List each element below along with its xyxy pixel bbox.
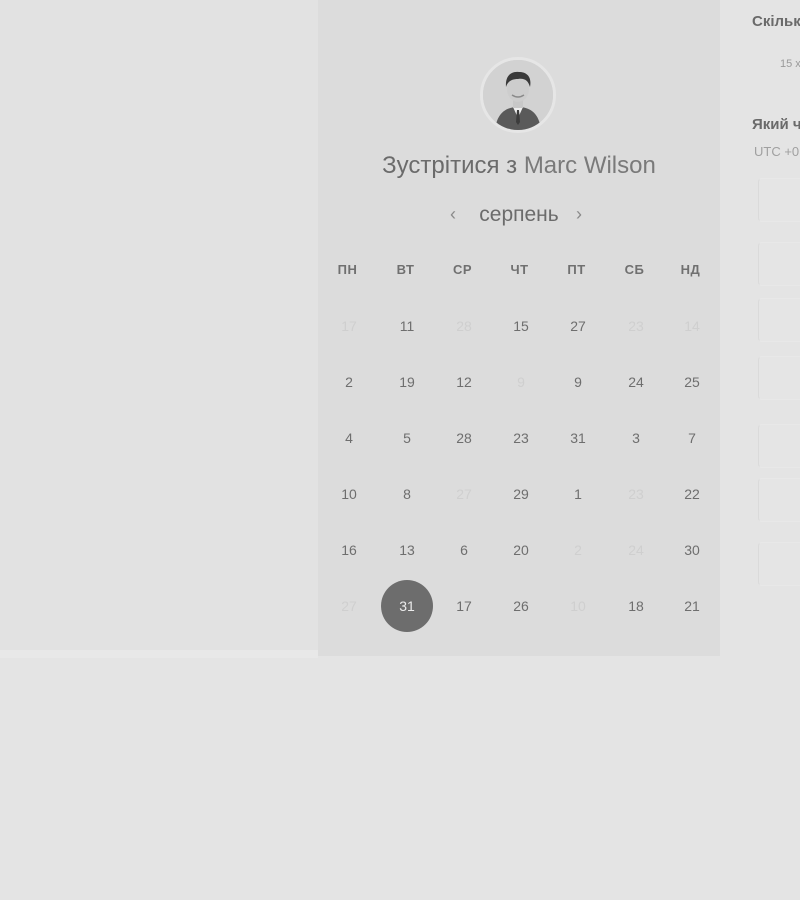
time-slot[interactable]	[758, 178, 800, 222]
duration-option[interactable]: 15 х	[780, 58, 800, 70]
time-slot[interactable]	[758, 242, 800, 286]
time-slot[interactable]	[758, 478, 800, 522]
weekday-label: СР	[452, 262, 473, 277]
timezone-label[interactable]: UTC +0	[754, 144, 799, 159]
time-slot[interactable]	[758, 298, 800, 342]
calendar-day[interactable]: 28	[438, 412, 490, 464]
weekday-label: ПТ	[567, 262, 586, 277]
calendar-day[interactable]: 27	[552, 300, 604, 352]
left-panel	[0, 0, 318, 650]
meeting-title: Зустрітися з Marc Wilson	[318, 152, 720, 180]
calendar-day[interactable]: 26	[495, 580, 547, 632]
calendar-day[interactable]: 18	[610, 580, 662, 632]
page: Зустрітися з Marc Wilson ‹ серпень › ПН В…	[0, 0, 800, 900]
calendar-day[interactable]: 21	[666, 580, 718, 632]
chevron-right-icon[interactable]: ›	[576, 202, 582, 226]
calendar-day[interactable]: 31	[552, 412, 604, 464]
calendar-day: 24	[628, 542, 644, 558]
calendar-day[interactable]: 13	[381, 524, 433, 576]
calendar-day: 9	[517, 374, 525, 390]
calendar-day: 17	[341, 318, 357, 334]
time-slot[interactable]	[758, 424, 800, 468]
calendar-day[interactable]: 11	[381, 300, 433, 352]
calendar-day[interactable]: 17	[438, 580, 490, 632]
calendar-day: 10	[570, 598, 586, 614]
calendar-day[interactable]: 22	[666, 468, 718, 520]
calendar-day: 28	[456, 318, 472, 334]
calendar-day[interactable]: 2	[323, 356, 375, 408]
month-navigation: ‹ серпень ›	[318, 200, 720, 230]
calendar-day: 23	[628, 486, 644, 502]
calendar-day: 27	[341, 598, 357, 614]
chevron-left-icon[interactable]: ‹	[450, 202, 456, 226]
calendar-day[interactable]: 19	[381, 356, 433, 408]
calendar-day[interactable]: 25	[666, 356, 718, 408]
weekday-label: ВТ	[396, 262, 415, 277]
calendar-panel: Зустрітися з Marc Wilson ‹ серпень › ПН В…	[318, 0, 720, 656]
calendar-day[interactable]: 8	[381, 468, 433, 520]
weekday-label: СБ	[624, 262, 645, 277]
calendar-day[interactable]: 9	[552, 356, 604, 408]
meeting-title-prefix: Зустрітися з	[382, 152, 518, 179]
host-avatar	[480, 57, 556, 133]
calendar-day[interactable]: 23	[495, 412, 547, 464]
host-name: Marc Wilson	[523, 152, 656, 179]
weekday-label: НД	[680, 262, 701, 277]
calendar-day[interactable]: 29	[495, 468, 547, 520]
calendar-day[interactable]: 4	[323, 412, 375, 464]
calendar-day: 23	[628, 318, 644, 334]
person-avatar-icon	[483, 60, 553, 130]
calendar-day[interactable]: 16	[323, 524, 375, 576]
calendar-day[interactable]: 3	[610, 412, 662, 464]
duration-title: Скільк	[752, 13, 800, 30]
weekday-label: ЧТ	[510, 262, 529, 277]
calendar-day[interactable]: 10	[323, 468, 375, 520]
calendar-day: 14	[684, 318, 700, 334]
selected-day[interactable]: 31	[381, 580, 433, 632]
calendar-day[interactable]: 12	[438, 356, 490, 408]
calendar-day[interactable]: 5	[381, 412, 433, 464]
time-slot[interactable]	[758, 356, 800, 400]
calendar-day[interactable]: 15	[495, 300, 547, 352]
calendar-day: 2	[574, 542, 582, 558]
calendar-day[interactable]: 7	[666, 412, 718, 464]
time-title: Який ч	[752, 116, 800, 133]
calendar-day[interactable]: 30	[666, 524, 718, 576]
time-slot[interactable]	[758, 542, 800, 586]
calendar-day[interactable]: 24	[610, 356, 662, 408]
left-panel-divider	[0, 650, 318, 658]
calendar-day[interactable]: 20	[495, 524, 547, 576]
weekday-header: ПН ВТ СР ЧТ ПТ СБ НД	[318, 262, 720, 282]
right-panel: Скільк 15 х Який ч UTC +0	[720, 0, 800, 900]
calendar-day[interactable]: 6	[438, 524, 490, 576]
calendar-day[interactable]: 1	[552, 468, 604, 520]
month-label: серпень	[479, 203, 559, 226]
weekday-label: ПН	[337, 262, 358, 277]
calendar-day: 27	[456, 486, 472, 502]
